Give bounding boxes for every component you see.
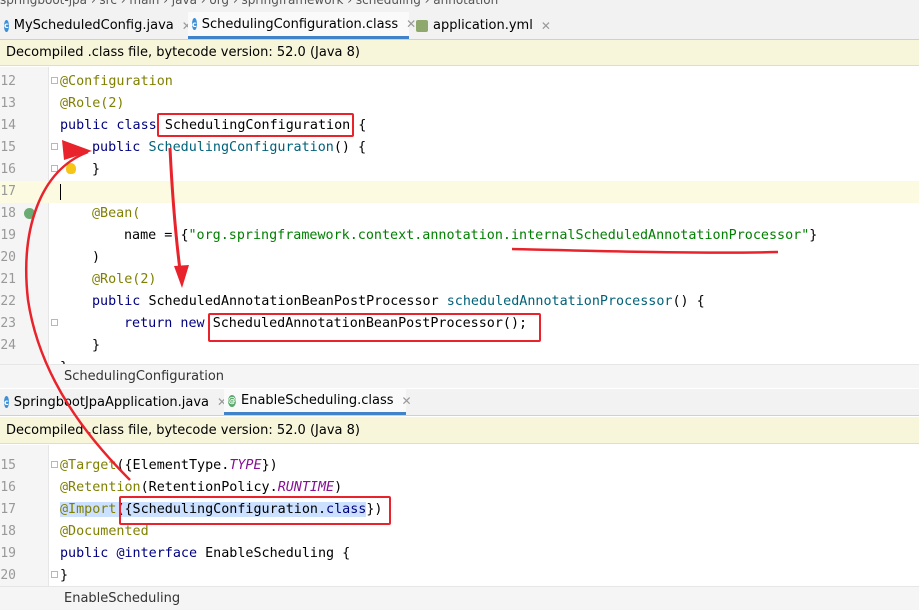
code-line: 18 @Bean(	[0, 206, 141, 221]
code-line: 19 public @interface EnableScheduling {	[0, 546, 351, 561]
highlight-box-return-statement	[208, 313, 541, 342]
code-line: 20 }	[0, 568, 69, 583]
lightbulb-icon[interactable]	[66, 163, 76, 174]
tab-enable-scheduling[interactable]: @ EnableScheduling.class ✕	[224, 389, 412, 415]
code-line-current: 17	[0, 181, 919, 203]
fold-marker-icon[interactable]	[51, 77, 58, 84]
top-editor-tabbar: c MyScheduledConfig.java ✕ c SchedulingC…	[0, 12, 919, 40]
tab-my-scheduled-config[interactable]: c MyScheduledConfig.java ✕	[0, 12, 192, 39]
fold-marker-icon[interactable]	[51, 461, 58, 468]
top-structure-breadcrumb[interactable]: SchedulingConfiguration	[0, 364, 919, 388]
fold-marker-icon[interactable]	[51, 571, 58, 578]
text-caret	[60, 184, 61, 200]
bottom-editor-tabbar: c SpringbootJpaApplication.java ✕ @ Enab…	[0, 389, 919, 416]
tab-scheduling-configuration[interactable]: c SchedulingConfiguration.class ✕	[188, 12, 416, 39]
fold-marker-icon[interactable]	[51, 165, 58, 172]
code-line: 20 )	[0, 250, 101, 265]
code-line: 12 @Configuration	[0, 74, 173, 89]
class-icon: c	[192, 18, 197, 30]
code-line: 22 public ScheduledAnnotationBeanPostPro…	[0, 294, 705, 309]
decompiled-banner: Decompiled .class file, bytecode version…	[0, 40, 919, 66]
tab-springboot-jpa-application[interactable]: c SpringbootJpaApplication.java ✕	[0, 389, 227, 415]
highlight-box-class-name	[157, 113, 354, 137]
bottom-structure-breadcrumb[interactable]: EnableScheduling	[0, 586, 919, 610]
close-icon[interactable]: ✕	[541, 19, 551, 33]
code-line: 15 public SchedulingConfiguration() {	[0, 140, 367, 155]
class-icon: c	[4, 19, 9, 32]
breadcrumb-bar: springboot-jpa › src › main › java › org…	[0, 0, 919, 12]
decompiled-banner: Decompiled .class file, bytecode version…	[0, 417, 919, 444]
code-line: 13 @Role(2)	[0, 96, 125, 111]
code-line: 15 @Target({ElementType.TYPE})	[0, 458, 278, 473]
breadcrumb: springboot-jpa › src › main › java › org…	[0, 0, 499, 7]
code-line: 19 name = {"org.springframework.context.…	[0, 228, 818, 243]
code-line: }	[0, 357, 919, 364]
code-line: 16 }	[0, 162, 101, 177]
fold-marker-icon[interactable]	[51, 143, 58, 150]
class-icon: c	[4, 396, 9, 408]
yml-icon	[416, 19, 428, 32]
close-icon[interactable]: ✕	[402, 394, 412, 408]
bean-gutter-icon[interactable]	[24, 208, 35, 219]
annotation-icon: @	[228, 394, 236, 407]
code-line: 14 public class SchedulingConfiguration …	[0, 118, 367, 133]
fold-marker-icon[interactable]	[51, 319, 58, 326]
code-line: 21 @Role(2)	[0, 272, 157, 287]
highlight-box-import	[119, 496, 391, 525]
tab-application-yml[interactable]: application.yml ✕	[412, 12, 562, 39]
